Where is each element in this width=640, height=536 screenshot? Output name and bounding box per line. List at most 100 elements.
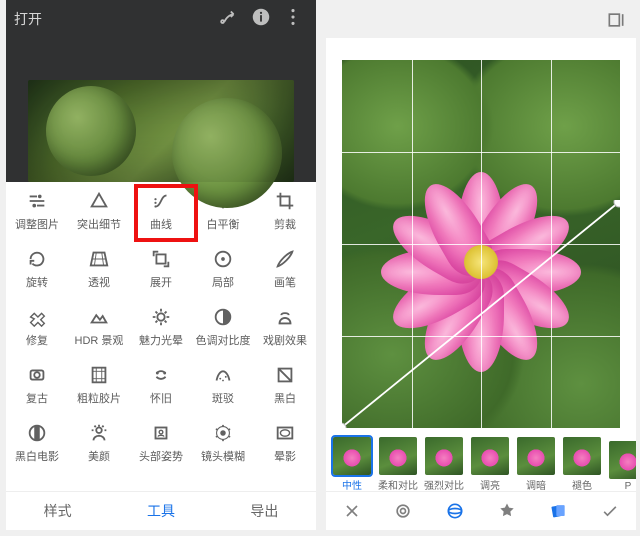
selective-icon — [212, 248, 234, 270]
tool-label: 头部姿势 — [139, 448, 183, 464]
tool-label: 曲线 — [150, 216, 172, 232]
tab-styles[interactable]: 样式 — [6, 501, 109, 521]
red-channel-icon[interactable] — [481, 501, 533, 521]
tool-label: HDR 景观 — [75, 332, 124, 348]
tool-portrait[interactable]: 美颜 — [68, 414, 130, 472]
tool-label: 透视 — [88, 274, 110, 290]
tool-label: 局部 — [212, 274, 234, 290]
preset-strip[interactable]: 中性 柔和对比强烈对比调亮 调暗 褪色 P — [326, 434, 636, 492]
tool-expand[interactable]: 展开 — [130, 240, 192, 298]
preset-label: 调亮 — [480, 477, 500, 492]
tool-hdr[interactable]: HDR 景观 — [68, 298, 130, 356]
tool-heal[interactable]: 修复 — [6, 298, 68, 356]
tool-label: 修复 — [26, 332, 48, 348]
noir-icon — [26, 422, 48, 444]
tool-label: 黑白电影 — [15, 448, 59, 464]
hdr-icon — [88, 306, 110, 328]
luminance-channel-icon[interactable] — [378, 501, 430, 521]
preset-label: 褪色 — [572, 477, 592, 492]
retro-icon — [150, 364, 172, 386]
preset-1[interactable]: 柔和对比 — [378, 437, 418, 492]
preset-label: 调暗 — [526, 477, 546, 492]
tool-label: 晕影 — [274, 448, 296, 464]
preset-thumb — [425, 437, 463, 475]
vintage-icon — [26, 364, 48, 386]
tool-noir[interactable]: 黑白电影 — [6, 414, 68, 472]
tool-label: 色调对比度 — [196, 332, 251, 348]
tool-drama[interactable]: 戏剧效果 — [254, 298, 316, 356]
tab-export[interactable]: 导出 — [213, 501, 316, 521]
tool-lensblur[interactable]: 镜头模糊 — [192, 414, 254, 472]
curves-screen: 中性 柔和对比强烈对比调亮 调暗 褪色 P — [326, 0, 636, 530]
headpose-icon — [150, 422, 172, 444]
crop-icon — [274, 190, 296, 212]
tool-label: 旋转 — [26, 274, 48, 290]
tool-bw[interactable]: 黑白 — [254, 356, 316, 414]
preset-2[interactable]: 强烈对比 — [424, 437, 464, 492]
preset-thumb — [563, 437, 601, 475]
tools-screen: 打开 调整图片突出细节曲线白平衡剪裁旋转透视展开局部画笔修复HDR 景观魅力光晕… — [6, 0, 316, 530]
rgb-channel-icon[interactable] — [429, 501, 481, 521]
tool-curves[interactable]: 曲线 — [130, 182, 192, 240]
preset-5[interactable]: 褪色 — [562, 437, 602, 492]
tool-selective[interactable]: 局部 — [192, 240, 254, 298]
tool-perspective[interactable]: 透视 — [68, 240, 130, 298]
curves-topbar — [326, 0, 636, 38]
close-icon[interactable] — [326, 501, 378, 521]
tool-label: 镜头模糊 — [201, 448, 245, 464]
tool-label: 突出细节 — [77, 216, 121, 232]
preset-thumb — [379, 437, 417, 475]
tool-tonal[interactable]: 色调对比度 — [192, 298, 254, 356]
tool-film[interactable]: 粗粒胶片 — [68, 356, 130, 414]
curves-bottombar — [326, 491, 636, 530]
tool-details[interactable]: 突出细节 — [68, 182, 130, 240]
tool-label: 怀旧 — [150, 390, 172, 406]
preset-label: 中性 — [342, 477, 362, 492]
expand-icon — [150, 248, 172, 270]
preset-4[interactable]: 调暗 — [516, 437, 556, 492]
tool-grunge[interactable]: 斑驳 — [192, 356, 254, 414]
tune-icon — [26, 190, 48, 212]
tool-glow[interactable]: 魅力光晕 — [130, 298, 192, 356]
tool-label: 调整图片 — [15, 216, 59, 232]
lotus-image — [342, 60, 620, 428]
bottom-tabs: 样式 工具 导出 — [6, 491, 316, 530]
tool-vintage[interactable]: 复古 — [6, 356, 68, 414]
tool-vignette[interactable]: 晕影 — [254, 414, 316, 472]
tool-headpose[interactable]: 头部姿势 — [130, 414, 192, 472]
tool-label: 剪裁 — [274, 216, 296, 232]
tab-tools[interactable]: 工具 — [109, 501, 212, 521]
apply-icon[interactable] — [584, 501, 636, 521]
heal-icon — [26, 306, 48, 328]
tool-label: 魅力光晕 — [139, 332, 183, 348]
tool-tune[interactable]: 调整图片 — [6, 182, 68, 240]
tool-label: 戏剧效果 — [263, 332, 307, 348]
preset-label: 柔和对比 — [378, 477, 418, 492]
preset-3[interactable]: 调亮 — [470, 437, 510, 492]
tool-label: 黑白 — [274, 390, 296, 406]
perspective-icon — [88, 248, 110, 270]
glow-icon — [150, 306, 172, 328]
bw-icon — [274, 364, 296, 386]
histogram-toggle-icon[interactable] — [606, 10, 626, 30]
preset-thumb — [517, 437, 555, 475]
cards-icon[interactable] — [533, 501, 585, 521]
preset-thumb — [609, 441, 636, 479]
curves-canvas[interactable] — [342, 60, 620, 428]
rotate-icon — [26, 248, 48, 270]
tool-label: 画笔 — [274, 274, 296, 290]
lensblur-icon — [212, 422, 234, 444]
vignette-icon — [274, 422, 296, 444]
preset-6[interactable]: P — [608, 441, 636, 492]
preset-0[interactable]: 中性 — [332, 437, 372, 492]
tool-rotate[interactable]: 旋转 — [6, 240, 68, 298]
tool-label: 展开 — [150, 274, 172, 290]
preset-thumb — [333, 437, 371, 475]
editor-preview-area: 打开 — [6, 0, 316, 182]
tools-grid: 调整图片突出细节曲线白平衡剪裁旋转透视展开局部画笔修复HDR 景观魅力光晕色调对… — [6, 182, 316, 472]
tool-label: 美颜 — [88, 448, 110, 464]
tool-brush[interactable]: 画笔 — [254, 240, 316, 298]
tonal-icon — [212, 306, 234, 328]
portrait-icon — [88, 422, 110, 444]
tool-retro[interactable]: 怀旧 — [130, 356, 192, 414]
